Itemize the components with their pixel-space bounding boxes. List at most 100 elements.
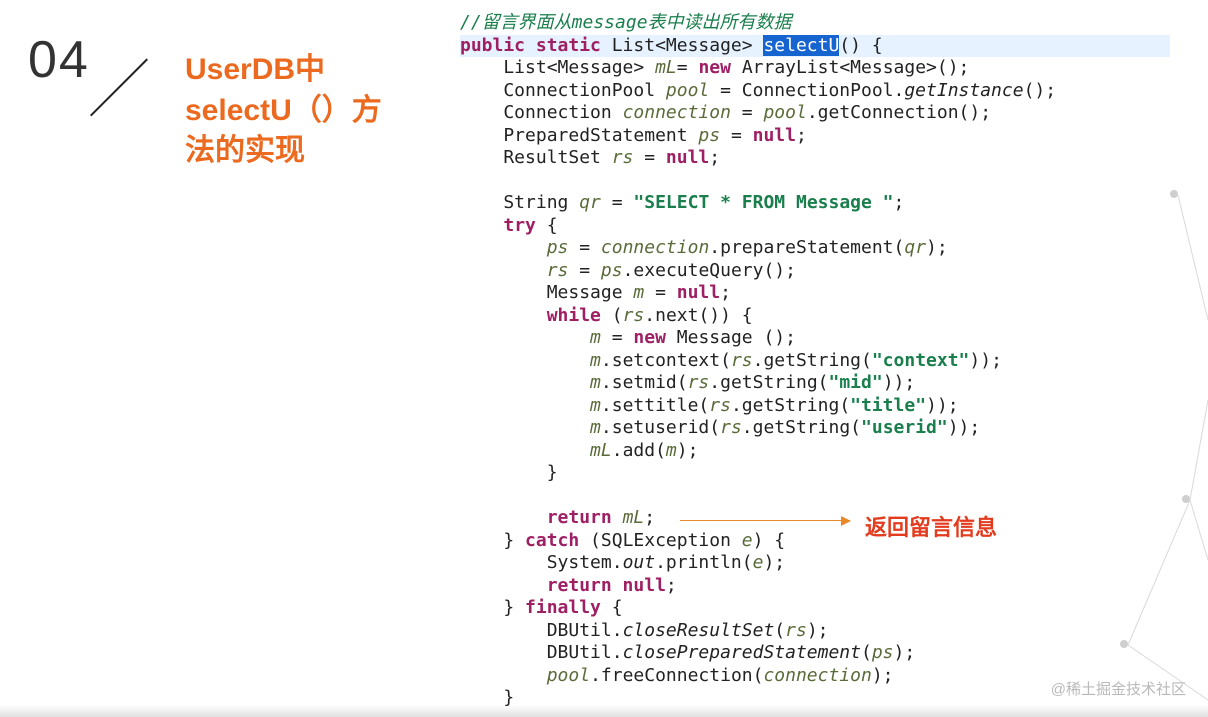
- v: rs: [785, 620, 807, 641]
- t: ) {: [753, 530, 786, 551]
- watermark-text: @稀土掘金技术社区: [1051, 678, 1186, 699]
- v: rs: [623, 305, 645, 326]
- t: .add(: [612, 440, 666, 461]
- kw-new: new: [698, 57, 741, 78]
- kw-new: new: [633, 327, 676, 348]
- t: ();: [1024, 80, 1057, 101]
- str: "title": [850, 395, 926, 416]
- t: [460, 237, 547, 258]
- t: = ConnectionPool.: [709, 80, 904, 101]
- v: connection: [601, 237, 709, 258]
- kw-null: null: [753, 125, 796, 146]
- v: rs: [709, 395, 731, 416]
- t: .getString(: [731, 395, 850, 416]
- t: );: [763, 552, 785, 573]
- t: =: [644, 282, 677, 303]
- t: [460, 350, 590, 371]
- v: ps: [601, 260, 623, 281]
- t: .getConnection();: [807, 102, 991, 123]
- v: ps: [547, 237, 569, 258]
- sig-tail: () {: [839, 35, 882, 56]
- t: ArrayList<Message>();: [742, 57, 970, 78]
- dot-icon: [1170, 190, 1178, 198]
- t: ;: [644, 507, 655, 528]
- v: rs: [547, 260, 569, 281]
- kw-try: try: [503, 215, 536, 236]
- heading-line-3: 法的实现: [185, 134, 305, 167]
- kw-finally: finally: [525, 597, 601, 618]
- t: .prepareStatement(: [709, 237, 904, 258]
- dot-icon: [1120, 640, 1128, 648]
- t: .freeConnection(: [590, 665, 763, 686]
- v: mL: [655, 57, 677, 78]
- v: mL: [623, 507, 645, 528]
- str: "mid": [829, 372, 883, 393]
- t: }: [460, 597, 525, 618]
- t: String: [460, 192, 579, 213]
- kw-while: while: [547, 305, 601, 326]
- v: m: [633, 282, 644, 303]
- t: ;: [894, 192, 905, 213]
- t: .getString(: [709, 372, 828, 393]
- t: [460, 417, 590, 438]
- v: ps: [872, 642, 894, 663]
- t: ;: [720, 282, 731, 303]
- t: =: [568, 237, 601, 258]
- t: List<Message>: [460, 57, 655, 78]
- v: rs: [688, 372, 710, 393]
- t: =: [720, 125, 753, 146]
- t: Message ();: [677, 327, 796, 348]
- t: =: [568, 260, 601, 281]
- t: ConnectionPool: [460, 80, 666, 101]
- str: "context": [872, 350, 970, 371]
- v: m: [590, 372, 601, 393]
- arrow-icon: [680, 520, 850, 521]
- v: pool: [547, 665, 590, 686]
- v: m: [590, 395, 601, 416]
- t: [460, 327, 590, 348]
- t: [460, 215, 503, 236]
- v: qr: [579, 192, 601, 213]
- t: }: [460, 462, 558, 483]
- t: DBUtil.: [460, 642, 623, 663]
- m: closeResultSet: [623, 620, 775, 641]
- annotation-label: 返回留言信息: [865, 510, 997, 542]
- t: Connection: [460, 102, 623, 123]
- method-name-selected: selectU: [763, 35, 839, 56]
- t: );: [677, 440, 699, 461]
- t: {: [601, 597, 623, 618]
- v: e: [753, 552, 764, 573]
- v: m: [590, 350, 601, 371]
- t: DBUtil.: [460, 620, 623, 641]
- t: ));: [883, 372, 916, 393]
- t: =: [633, 147, 666, 168]
- slide-number: 04: [28, 30, 90, 90]
- t: .setuserid(: [601, 417, 720, 438]
- kw-return: return: [547, 507, 623, 528]
- t: =: [601, 192, 634, 213]
- kw-null: null: [666, 147, 709, 168]
- t: .executeQuery();: [623, 260, 796, 281]
- v: rs: [612, 147, 634, 168]
- heading-line-1: UserDB中: [185, 53, 325, 86]
- v: mL: [590, 440, 612, 461]
- t: =: [601, 327, 634, 348]
- t: [460, 575, 547, 596]
- t: .next()) {: [644, 305, 752, 326]
- kw-catch: catch: [525, 530, 579, 551]
- v: ps: [698, 125, 720, 146]
- m: closePreparedStatement: [623, 642, 861, 663]
- t: ;: [796, 125, 807, 146]
- t: .setcontext(: [601, 350, 731, 371]
- t: .getString(: [742, 417, 861, 438]
- m: getInstance: [904, 80, 1023, 101]
- t: .getString(: [753, 350, 872, 371]
- return-type: List<Message>: [612, 35, 764, 56]
- t: [460, 440, 590, 461]
- t: Message: [460, 282, 633, 303]
- t: }: [460, 530, 525, 551]
- t: (: [861, 642, 872, 663]
- t: );: [926, 237, 948, 258]
- t: ));: [948, 417, 981, 438]
- t: [460, 665, 547, 686]
